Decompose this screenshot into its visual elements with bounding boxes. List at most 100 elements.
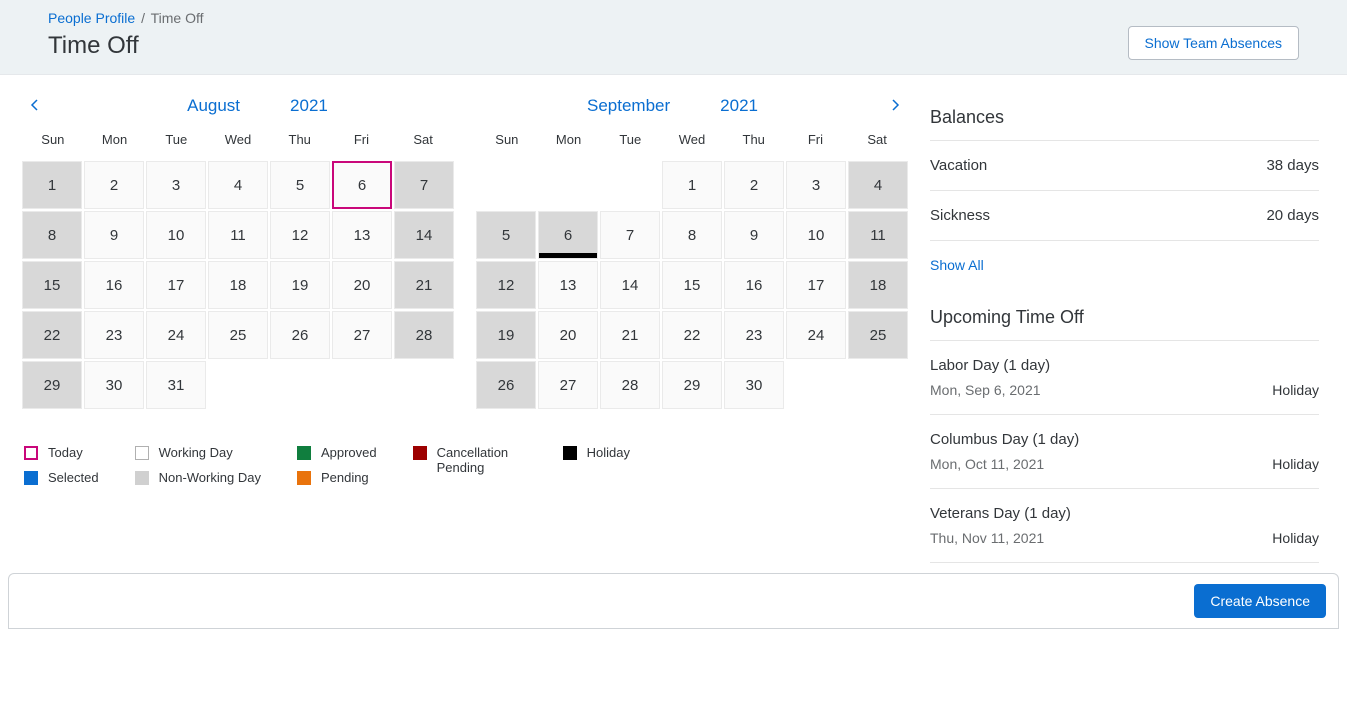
day-empty <box>270 361 330 409</box>
day-cell[interactable]: 15 <box>22 261 82 309</box>
day-cell[interactable]: 9 <box>84 211 144 259</box>
day-cell[interactable]: 24 <box>786 311 846 359</box>
next-month-button[interactable] <box>880 95 910 116</box>
day-cell[interactable]: 14 <box>600 261 660 309</box>
day-cell[interactable]: 7 <box>394 161 454 209</box>
day-cell[interactable]: 13 <box>332 211 392 259</box>
calendars-grid: SunMonTueWedThuFriSat1234567891011121314… <box>20 126 910 409</box>
legend-working-label: Working Day <box>159 445 233 460</box>
day-cell[interactable]: 27 <box>332 311 392 359</box>
day-cell[interactable]: 6 <box>332 161 392 209</box>
upcoming-item[interactable]: Labor Day (1 day)Mon, Sep 6, 2021Holiday <box>930 341 1319 415</box>
day-cell[interactable]: 16 <box>724 261 784 309</box>
day-cell[interactable]: 7 <box>600 211 660 259</box>
day-cell[interactable]: 22 <box>22 311 82 359</box>
day-cell[interactable]: 4 <box>848 161 908 209</box>
prev-month-button[interactable] <box>20 95 50 116</box>
upcoming-item[interactable]: Columbus Day (1 day)Mon, Oct 11, 2021Hol… <box>930 415 1319 489</box>
chevron-left-icon <box>29 99 41 111</box>
day-cell[interactable]: 24 <box>146 311 206 359</box>
day-cell[interactable]: 29 <box>662 361 722 409</box>
day-cell[interactable]: 6 <box>538 211 598 259</box>
day-cell[interactable]: 30 <box>84 361 144 409</box>
day-empty <box>538 161 598 209</box>
day-cell[interactable]: 2 <box>724 161 784 209</box>
day-cell[interactable]: 26 <box>270 311 330 359</box>
legend-pending-label: Pending <box>321 470 369 485</box>
day-cell[interactable]: 3 <box>146 161 206 209</box>
dow-label: Sat <box>846 126 908 153</box>
day-cell[interactable]: 19 <box>476 311 536 359</box>
day-cell[interactable]: 31 <box>146 361 206 409</box>
dow-label: Wed <box>661 126 723 153</box>
day-cell[interactable]: 13 <box>538 261 598 309</box>
day-cell[interactable]: 23 <box>724 311 784 359</box>
balance-row[interactable]: Vacation38 days <box>930 141 1319 191</box>
day-cell[interactable]: 25 <box>848 311 908 359</box>
day-cell[interactable]: 11 <box>208 211 268 259</box>
month-year-left[interactable]: 2021 <box>290 96 328 116</box>
breadcrumb: People Profile / Time Off <box>48 10 204 26</box>
day-cell[interactable]: 8 <box>662 211 722 259</box>
show-team-absences-button[interactable]: Show Team Absences <box>1128 26 1300 60</box>
day-cell[interactable]: 20 <box>332 261 392 309</box>
upcoming-item-type: Holiday <box>1272 456 1319 472</box>
day-cell[interactable]: 9 <box>724 211 784 259</box>
day-cell[interactable]: 17 <box>786 261 846 309</box>
swatch-nonworking <box>135 471 149 485</box>
upcoming-item-date: Mon, Sep 6, 2021 <box>930 382 1041 398</box>
day-cell[interactable]: 15 <box>662 261 722 309</box>
day-cell[interactable]: 3 <box>786 161 846 209</box>
create-absence-button[interactable]: Create Absence <box>1194 584 1326 618</box>
day-cell[interactable]: 1 <box>22 161 82 209</box>
day-cell[interactable]: 30 <box>724 361 784 409</box>
day-cell[interactable]: 17 <box>146 261 206 309</box>
day-cell[interactable]: 12 <box>476 261 536 309</box>
day-cell[interactable]: 14 <box>394 211 454 259</box>
upcoming-item-title: Veterans Day (1 day) <box>930 505 1319 522</box>
day-cell[interactable]: 11 <box>848 211 908 259</box>
day-empty <box>786 361 846 409</box>
month-name-left[interactable]: August <box>187 96 240 116</box>
day-cell[interactable]: 21 <box>600 311 660 359</box>
day-cell[interactable]: 12 <box>270 211 330 259</box>
legend-working: Working Day <box>135 445 261 460</box>
upcoming-item[interactable]: Veterans Day (1 day)Thu, Nov 11, 2021Hol… <box>930 489 1319 563</box>
day-cell[interactable]: 21 <box>394 261 454 309</box>
days-grid: 1234567891011121314151617181920212223242… <box>22 161 454 409</box>
day-cell[interactable]: 5 <box>270 161 330 209</box>
legend: Today Selected Working Day Non-Working D… <box>20 409 910 495</box>
day-cell[interactable]: 16 <box>84 261 144 309</box>
day-empty <box>848 361 908 409</box>
day-cell[interactable]: 28 <box>600 361 660 409</box>
legend-selected: Selected <box>24 470 99 485</box>
day-cell[interactable]: 2 <box>84 161 144 209</box>
day-cell[interactable]: 29 <box>22 361 82 409</box>
day-cell[interactable]: 10 <box>146 211 206 259</box>
upcoming-item-title: Labor Day (1 day) <box>930 357 1319 374</box>
day-cell[interactable]: 20 <box>538 311 598 359</box>
day-cell[interactable]: 19 <box>270 261 330 309</box>
day-cell[interactable]: 22 <box>662 311 722 359</box>
month-year-right[interactable]: 2021 <box>720 96 758 116</box>
day-cell[interactable]: 25 <box>208 311 268 359</box>
dow-label: Sun <box>476 126 538 153</box>
calendar: SunMonTueWedThuFriSat1234567891011121314… <box>22 126 454 409</box>
balance-row[interactable]: Sickness20 days <box>930 191 1319 241</box>
legend-selected-label: Selected <box>48 470 99 485</box>
day-cell[interactable]: 10 <box>786 211 846 259</box>
day-cell[interactable]: 1 <box>662 161 722 209</box>
day-cell[interactable]: 5 <box>476 211 536 259</box>
day-cell[interactable]: 4 <box>208 161 268 209</box>
day-cell[interactable]: 18 <box>848 261 908 309</box>
footer-bar: Create Absence <box>8 573 1339 629</box>
breadcrumb-parent-link[interactable]: People Profile <box>48 10 135 26</box>
day-cell[interactable]: 27 <box>538 361 598 409</box>
day-cell[interactable]: 18 <box>208 261 268 309</box>
show-all-link[interactable]: Show All <box>930 241 984 295</box>
day-cell[interactable]: 26 <box>476 361 536 409</box>
month-name-right[interactable]: September <box>587 96 670 116</box>
day-cell[interactable]: 28 <box>394 311 454 359</box>
day-cell[interactable]: 8 <box>22 211 82 259</box>
day-cell[interactable]: 23 <box>84 311 144 359</box>
